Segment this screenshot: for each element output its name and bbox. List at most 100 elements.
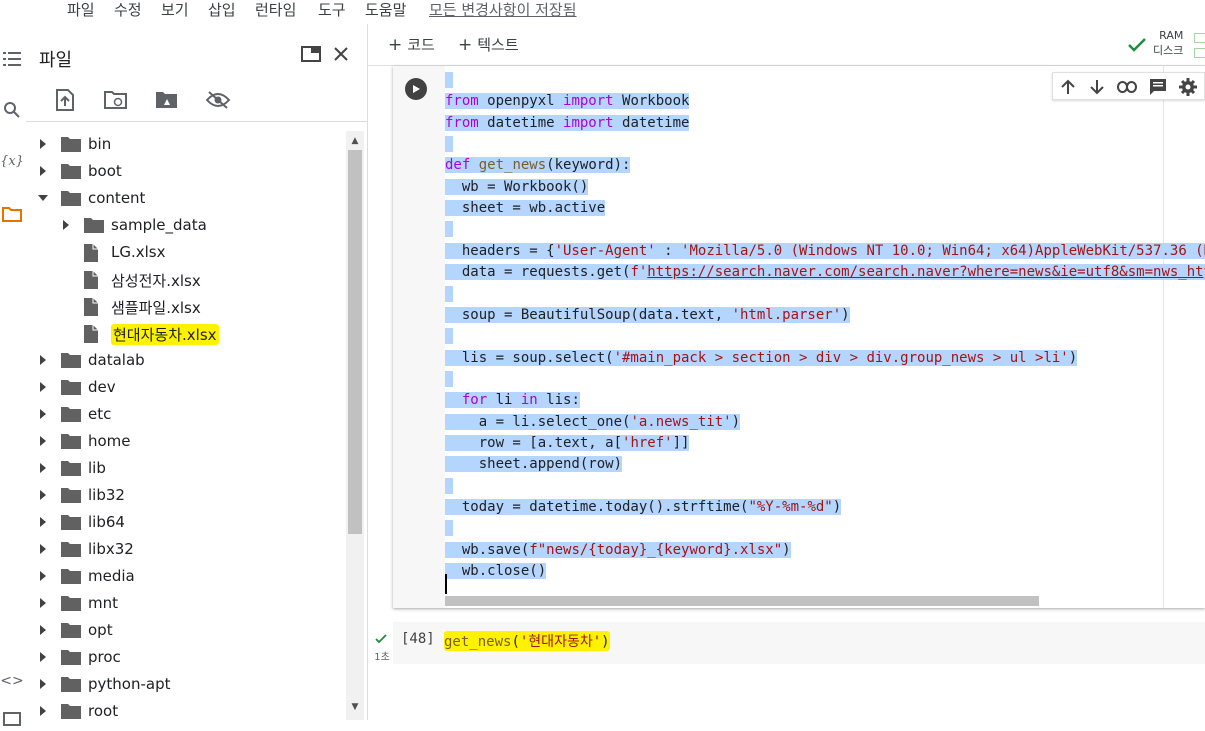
caret-right-icon[interactable]: [37, 462, 49, 474]
selected-code-text: [445, 136, 454, 153]
caret-right-icon[interactable]: [37, 705, 49, 717]
caret-right-icon[interactable]: [37, 543, 49, 555]
folder-row[interactable]: boot: [26, 158, 346, 185]
folder-row[interactable]: content: [26, 185, 346, 212]
folder-row[interactable]: opt: [26, 617, 346, 644]
caret-right-icon[interactable]: [37, 165, 49, 177]
caret-right-icon[interactable]: [37, 381, 49, 393]
refresh-folder-icon[interactable]: [102, 86, 130, 114]
folder-row[interactable]: root: [26, 698, 346, 720]
folder-icon[interactable]: [0, 202, 24, 226]
folder-icon: [60, 486, 82, 506]
menu-file[interactable]: 파일: [67, 0, 95, 20]
caret-right-icon[interactable]: [37, 651, 49, 663]
save-status-link[interactable]: 모든 변경사항이 저장됨: [429, 0, 577, 20]
folder-row[interactable]: media: [26, 563, 346, 590]
mount-drive-icon[interactable]: [153, 86, 181, 114]
run-cell-button[interactable]: [405, 78, 427, 100]
folder-row[interactable]: dev: [26, 374, 346, 401]
tree-item-label: LG.xlsx: [111, 243, 166, 261]
folder-row[interactable]: sample_data: [26, 212, 346, 239]
file-row[interactable]: LG.xlsx: [26, 239, 346, 266]
folder-icon: [83, 216, 105, 236]
caret-right-icon[interactable]: [37, 570, 49, 582]
folder-row[interactable]: lib64: [26, 509, 346, 536]
hide-files-icon[interactable]: [204, 86, 232, 114]
move-down-icon[interactable]: [1086, 76, 1108, 98]
scrollbar-thumb[interactable]: [348, 150, 362, 534]
caret-right-icon[interactable]: [37, 354, 49, 366]
file-row[interactable]: 삼성전자.xlsx: [26, 266, 346, 293]
move-up-icon[interactable]: [1057, 76, 1079, 98]
tree-item-label: lib: [88, 459, 106, 477]
menu-help[interactable]: 도움말: [365, 0, 406, 20]
add-text-button[interactable]: + 텍스트: [458, 34, 519, 55]
left-rail: {x} <>: [0, 24, 26, 726]
code-cell[interactable]: from openpyxl import Workbook from dateti…: [393, 66, 1205, 608]
code-snippets-icon[interactable]: <>: [0, 669, 24, 693]
cell2-code-line[interactable]: get_news('현대자동차'): [444, 631, 610, 651]
selected-code-text: [445, 285, 454, 302]
folder-row[interactable]: etc: [26, 401, 346, 428]
code-line: wb.close(): [445, 561, 547, 582]
caret-right-icon[interactable]: [37, 516, 49, 528]
tree-item-label: datalab: [88, 351, 145, 369]
file-row[interactable]: 샘플파일.xlsx: [26, 293, 346, 320]
code-editor[interactable]: from openpyxl import Workbook from dateti…: [445, 66, 1205, 608]
table-of-contents-icon[interactable]: [0, 47, 24, 71]
link-icon[interactable]: [1116, 76, 1138, 98]
folder-icon: [60, 648, 82, 668]
code-line: [445, 134, 454, 155]
selected-code-text: sheet = wb.active: [445, 200, 606, 217]
caret-right-icon[interactable]: [37, 624, 49, 636]
caret-right-icon[interactable]: [37, 408, 49, 420]
search-icon[interactable]: [0, 98, 24, 122]
folder-row[interactable]: home: [26, 428, 346, 455]
add-code-label: 코드: [407, 36, 435, 54]
selected-code-text: from datetime import datetime: [445, 114, 690, 131]
resource-indicator[interactable]: RAM 디스크: [1153, 28, 1183, 58]
upload-file-icon[interactable]: [51, 86, 79, 114]
scroll-down-arrow-icon[interactable]: ▼: [346, 700, 364, 714]
folder-row[interactable]: python-apt: [26, 671, 346, 698]
caret-down-icon[interactable]: [37, 192, 49, 204]
add-code-button[interactable]: + 코드: [388, 34, 435, 55]
open-in-tab-icon[interactable]: [299, 42, 323, 66]
connected-check-icon: [1128, 38, 1146, 52]
folder-icon: [60, 513, 82, 533]
menu-runtime[interactable]: 런타임: [255, 0, 296, 20]
file-row[interactable]: 현대자동차.xlsx: [26, 320, 346, 347]
menu-edit[interactable]: 수정: [114, 0, 142, 20]
selected-code-text: for li in lis:: [445, 392, 580, 409]
caret-right-icon[interactable]: [60, 219, 72, 231]
comment-icon[interactable]: [1147, 76, 1169, 98]
folder-row[interactable]: lib32: [26, 482, 346, 509]
caret-right-icon[interactable]: [37, 138, 49, 150]
file-icon: [83, 270, 105, 290]
menu-tools[interactable]: 도구: [318, 0, 346, 20]
folder-row[interactable]: mnt: [26, 590, 346, 617]
folder-row[interactable]: bin: [26, 131, 346, 158]
close-icon[interactable]: [329, 42, 353, 66]
variables-icon[interactable]: {x}: [0, 149, 24, 173]
code-line: sheet = wb.active: [445, 198, 606, 219]
caret-right-icon[interactable]: [37, 489, 49, 501]
file-tree: bin boot content sample_data LG.xlsx 삼성전자.xls…: [26, 131, 346, 720]
scroll-up-arrow-icon[interactable]: ▲: [346, 134, 364, 148]
text-cursor: [445, 574, 447, 594]
caret-right-icon[interactable]: [37, 678, 49, 690]
folder-row[interactable]: datalab: [26, 347, 346, 374]
tree-item-label: content: [88, 189, 146, 207]
settings-gear-icon[interactable]: [1177, 76, 1199, 98]
folder-row[interactable]: lib: [26, 455, 346, 482]
menu-view[interactable]: 보기: [161, 0, 189, 20]
caret-right-icon[interactable]: [37, 435, 49, 447]
terminal-icon[interactable]: [0, 707, 24, 731]
folder-row[interactable]: proc: [26, 644, 346, 671]
selected-code-text: [445, 520, 454, 537]
menu-insert[interactable]: 삽입: [208, 0, 236, 20]
horizontal-scrollbar[interactable]: [445, 596, 1039, 606]
caret-right-icon[interactable]: [37, 597, 49, 609]
folder-row[interactable]: libx32: [26, 536, 346, 563]
code-line: today = datetime.today().strftime("%Y-%m…: [445, 497, 842, 518]
